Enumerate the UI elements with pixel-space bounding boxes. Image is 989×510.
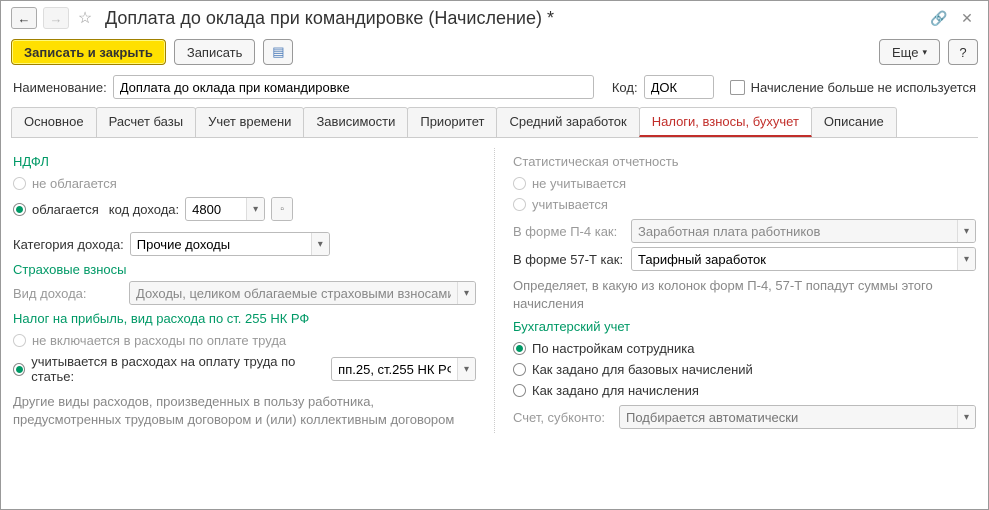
profit-included-radio[interactable] — [13, 363, 25, 376]
name-label: Наименование: — [13, 80, 107, 95]
stat-title: Статистическая отчетность — [513, 154, 976, 169]
acct-by-employee-label: По настройкам сотрудника — [532, 341, 694, 356]
ndfl-not-taxed-label: не облагается — [32, 176, 117, 191]
not-used-checkbox[interactable] — [730, 80, 745, 95]
chevron-down-icon: ▾ — [922, 47, 927, 58]
tab-base-calc[interactable]: Расчет базы — [96, 107, 197, 137]
profit-article-input[interactable] — [332, 358, 457, 380]
tab-description[interactable]: Описание — [811, 107, 897, 137]
acct-by-base-label: Как задано для базовых начислений — [532, 362, 753, 377]
income-type-dropdown[interactable]: ▾ — [457, 282, 475, 304]
name-input[interactable] — [113, 75, 594, 99]
profit-article-dropdown[interactable]: ▾ — [457, 358, 475, 380]
income-code-dropdown[interactable]: ▾ — [246, 198, 264, 220]
ndfl-not-taxed-radio[interactable] — [13, 177, 26, 190]
more-button[interactable]: Еще ▾ — [879, 39, 940, 65]
p4-input — [632, 220, 957, 242]
income-cat-label: Категория дохода: — [13, 237, 124, 252]
stat-counted-label: учитывается — [532, 197, 608, 212]
income-cat-dropdown[interactable]: ▾ — [311, 233, 329, 255]
p4-label: В форме П-4 как: — [513, 224, 625, 239]
p4-dropdown: ▾ — [957, 220, 975, 242]
account-input — [620, 406, 957, 428]
income-type-input — [130, 282, 457, 304]
code-label: Код: — [612, 80, 638, 95]
stat-counted-radio — [513, 198, 526, 211]
tab-main[interactable]: Основное — [11, 107, 97, 137]
tab-dependencies[interactable]: Зависимости — [303, 107, 408, 137]
profit-not-included-label: не включается в расходы по оплате труда — [32, 333, 286, 348]
acct-by-accrual-label: Как задано для начисления — [532, 383, 699, 398]
tab-avg-earnings[interactable]: Средний заработок — [496, 107, 639, 137]
income-code-label: код дохода: — [109, 202, 179, 217]
save-close-button[interactable]: Записать и закрыть — [11, 39, 166, 65]
ndfl-title: НДФЛ — [13, 154, 476, 169]
save-button[interactable]: Записать — [174, 39, 256, 65]
nav-forward-button[interactable]: → — [43, 7, 69, 29]
close-icon[interactable]: ✕ — [956, 7, 978, 29]
acct-by-employee-radio[interactable] — [513, 342, 526, 355]
help-button[interactable]: ? — [948, 39, 978, 65]
account-dropdown: ▾ — [957, 406, 975, 428]
t57-input[interactable] — [632, 248, 957, 270]
tab-taxes[interactable]: Налоги, взносы, бухучет — [639, 107, 812, 137]
income-code-open-button[interactable]: ▫ — [272, 198, 292, 220]
report-button[interactable]: ▤ — [263, 39, 293, 65]
tabs: Основное Расчет базы Учет времени Зависи… — [11, 107, 978, 138]
account-label: Счет, субконто: — [513, 410, 613, 425]
profit-included-label: учитывается в расходах на оплату труда п… — [31, 354, 321, 384]
window-title: Доплата до оклада при командировке (Начи… — [105, 8, 922, 29]
insurance-title: Страховые взносы — [13, 262, 476, 277]
nav-back-button[interactable]: ← — [11, 7, 37, 29]
list-icon: ▤ — [272, 44, 284, 60]
tab-priority[interactable]: Приоритет — [407, 107, 497, 137]
not-used-label: Начисление больше не используется — [751, 80, 976, 95]
t57-dropdown[interactable]: ▾ — [957, 248, 975, 270]
income-cat-input[interactable] — [131, 233, 311, 255]
income-type-label: Вид дохода: — [13, 286, 123, 301]
t57-label: В форме 57-Т как: — [513, 252, 625, 267]
code-input[interactable] — [644, 75, 714, 99]
tab-time[interactable]: Учет времени — [195, 107, 304, 137]
profit-hint: Другие виды расходов, произведенных в по… — [13, 393, 476, 429]
stat-not-counted-radio — [513, 177, 526, 190]
acct-title: Бухгалтерский учет — [513, 319, 976, 334]
profit-tax-title: Налог на прибыль, вид расхода по ст. 255… — [13, 311, 476, 326]
income-code-input[interactable] — [186, 198, 246, 220]
acct-by-base-radio[interactable] — [513, 363, 526, 376]
stat-not-counted-label: не учитывается — [532, 176, 626, 191]
ndfl-taxed-radio[interactable] — [13, 203, 26, 216]
link-icon[interactable]: 🔗 — [928, 7, 950, 29]
acct-by-accrual-radio[interactable] — [513, 384, 526, 397]
profit-not-included-radio[interactable] — [13, 334, 26, 347]
favorite-icon[interactable]: ☆ — [75, 8, 95, 28]
ndfl-taxed-label: облагается — [32, 202, 99, 217]
stat-hint: Определяет, в какую из колонок форм П-4,… — [513, 277, 976, 313]
